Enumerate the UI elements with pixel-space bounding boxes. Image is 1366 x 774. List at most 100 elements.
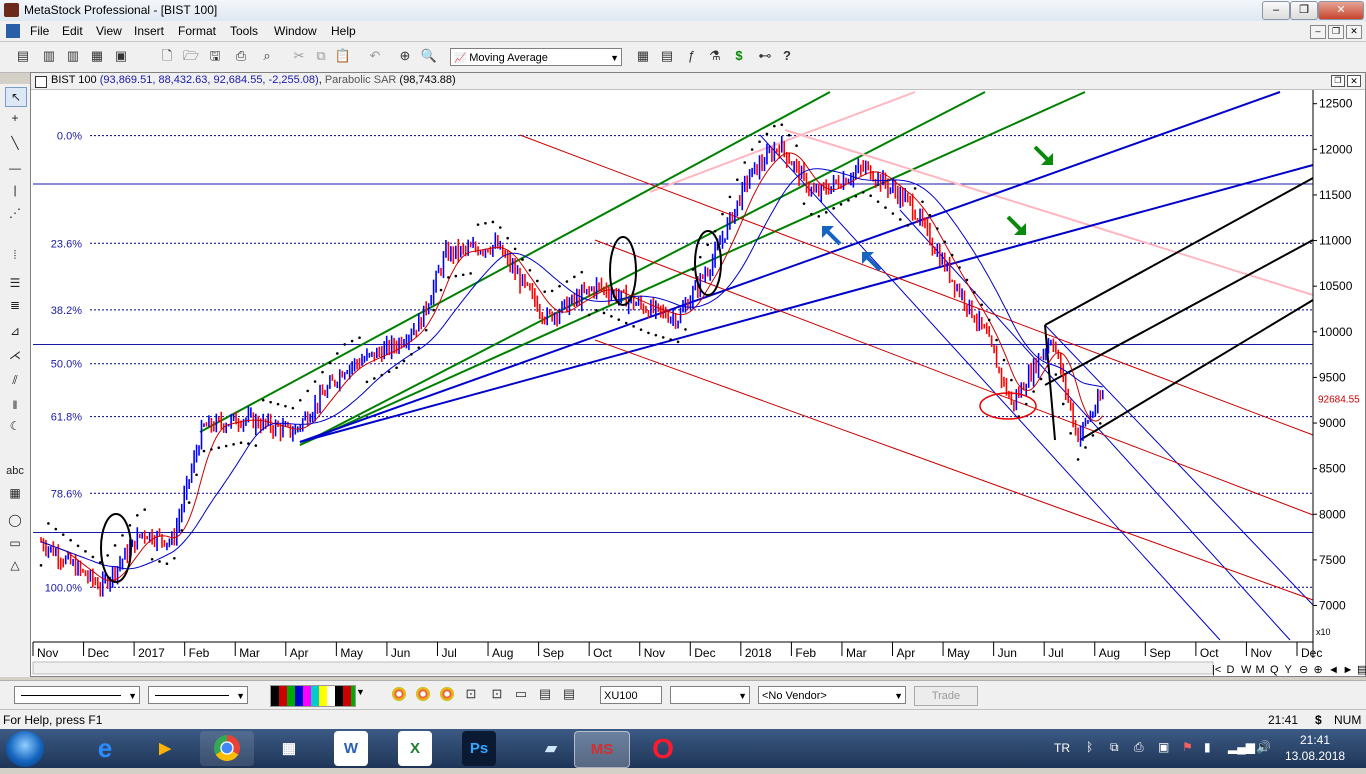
excel-icon[interactable]: X <box>398 731 432 766</box>
fibonacci-time-zones-icon[interactable]: ‖ <box>5 396 25 414</box>
start-button[interactable] <box>6 731 44 767</box>
volume-icon[interactable]: 🔊 <box>1256 740 1271 754</box>
chart-properties-icon[interactable]: ⊡ <box>488 685 506 703</box>
minimize-button[interactable]: – <box>1262 1 1290 20</box>
window-tile-icon[interactable]: ▭ <box>512 685 530 703</box>
raff-channel-icon[interactable]: ⫽ <box>5 371 25 389</box>
menu-format[interactable]: Format <box>178 24 216 38</box>
vertical-line-icon[interactable]: | <box>5 181 25 199</box>
paste-icon[interactable]: 📋 <box>334 47 352 65</box>
chart-menu-icon[interactable] <box>35 76 47 88</box>
chart-restore-icon[interactable]: ❐ <box>1331 75 1345 87</box>
notepad-icon[interactable]: ▰ <box>524 731 578 766</box>
layout-grid-icon[interactable]: ▦ <box>88 47 106 65</box>
background-color-icon[interactable] <box>440 687 454 701</box>
ellipse-tool-icon[interactable]: ◯ <box>5 511 25 529</box>
arc-tool-icon[interactable]: ☾ <box>5 417 25 435</box>
cycle-lines-icon[interactable]: ⦙ <box>5 246 25 264</box>
menu-view[interactable]: View <box>96 24 122 38</box>
indicator-select[interactable]: 📈 Moving Average ▼ <box>450 48 622 66</box>
print-icon[interactable]: ⎙ <box>232 47 250 65</box>
open-folder-icon[interactable]: 🗁 <box>182 47 200 65</box>
app-icon[interactable] <box>4 3 19 17</box>
object-color-icon[interactable] <box>392 687 406 701</box>
explorer-binoculars-icon[interactable]: ⊷ <box>756 47 774 65</box>
menu-file[interactable]: File <box>30 24 49 38</box>
layout-two-icon[interactable]: ▥ <box>40 47 58 65</box>
menu-window[interactable]: Window <box>274 24 317 38</box>
word-icon[interactable]: W <box>334 731 368 766</box>
horizontal-line-icon[interactable]: — <box>5 159 25 177</box>
mdi-minimize-button[interactable]: – <box>1310 25 1326 39</box>
fibonacci-arcs-icon[interactable]: ≣ <box>5 296 25 314</box>
maximize-button[interactable]: ❐ <box>1290 1 1318 20</box>
media-player-icon[interactable]: ▶ <box>138 731 192 766</box>
menu-insert[interactable]: Insert <box>134 24 164 38</box>
formula-icon[interactable]: ƒ <box>682 47 700 65</box>
layout-three-icon[interactable]: ▥ <box>64 47 82 65</box>
close-button[interactable]: ✕ <box>1318 1 1364 20</box>
clock-date[interactable]: 13.08.2018 <box>1285 749 1345 763</box>
window-split-icon[interactable]: ▤ <box>560 685 578 703</box>
photoshop-icon[interactable]: Ps <box>462 731 496 766</box>
print-preview-icon[interactable]: ⌕ <box>258 47 276 65</box>
chevron-down-icon[interactable]: ▼ <box>356 687 365 697</box>
periodicity-select[interactable]: ▼ <box>670 686 750 704</box>
indicator-quicklist-icon[interactable]: ▤ <box>658 47 676 65</box>
color-palette[interactable] <box>270 685 356 707</box>
crosshair-icon[interactable]: ⊕ <box>396 47 414 65</box>
language-indicator[interactable]: TR <box>1054 741 1070 755</box>
network-tray-icon[interactable]: ▣ <box>1158 740 1169 754</box>
grid-color-icon[interactable] <box>416 687 430 701</box>
mdi-restore-button[interactable]: ❐ <box>1328 25 1344 39</box>
window-cascade-icon[interactable]: ▤ <box>536 685 554 703</box>
signal-icon[interactable]: ▂▄▆ <box>1228 740 1255 754</box>
line-weight-select[interactable]: ▼ <box>148 686 248 704</box>
triangle-tool-icon[interactable]: △ <box>5 556 25 574</box>
action-center-icon[interactable]: ⚑ <box>1182 740 1193 754</box>
menu-help[interactable]: Help <box>331 24 356 38</box>
undo-icon[interactable]: ↶ <box>366 47 384 65</box>
symbol-input[interactable]: XU100 <box>600 686 662 704</box>
expert-advisor-icon[interactable]: ⚗ <box>706 47 724 65</box>
trade-button[interactable]: Trade <box>914 686 978 706</box>
printer-tray-icon[interactable]: ⎙ <box>1134 740 1144 755</box>
trendline-icon[interactable]: ╲ <box>5 134 25 152</box>
metastock-icon[interactable]: MS <box>574 731 630 768</box>
opera-icon[interactable]: O <box>636 731 690 766</box>
zoom-icon[interactable]: 🔍 <box>420 47 438 65</box>
calculator-icon[interactable]: ▦ <box>262 731 316 766</box>
dollar-icon[interactable]: $ <box>730 47 748 65</box>
andrews-pitchfork-icon[interactable]: ⋌ <box>5 346 25 364</box>
context-help-icon[interactable]: ? <box>778 47 796 65</box>
menu-edit[interactable]: Edit <box>62 24 83 38</box>
cut-icon[interactable]: ✂ <box>290 47 308 65</box>
internet-explorer-icon[interactable]: e <box>78 731 132 766</box>
menu-tools[interactable]: Tools <box>230 24 258 38</box>
save-icon[interactable]: 🖫 <box>206 47 224 65</box>
clock-time[interactable]: 21:41 <box>1300 733 1330 747</box>
chart-close-icon[interactable]: ✕ <box>1347 75 1361 87</box>
vendor-select[interactable]: <No Vendor> ▼ <box>758 686 906 704</box>
line-style-select[interactable]: ▼ <box>14 686 140 704</box>
pointer-icon[interactable]: ↖ <box>5 87 27 107</box>
layout-explorer-icon[interactable]: ▣ <box>112 47 130 65</box>
mdi-close-button[interactable]: ✕ <box>1346 25 1362 39</box>
table-tool-icon[interactable]: ▦ <box>5 484 25 502</box>
document-icon[interactable] <box>6 24 20 38</box>
safe-remove-icon[interactable]: ⧉ <box>1110 740 1119 755</box>
new-file-icon[interactable]: 🗋 <box>158 47 176 65</box>
indicator-builder-icon[interactable]: ▦ <box>634 47 652 65</box>
power-icon[interactable]: ▮ <box>1204 740 1211 754</box>
object-properties-icon[interactable]: ⊡ <box>462 685 480 703</box>
fibonacci-retracement-icon[interactable]: ☰ <box>5 274 25 292</box>
new-chart-icon[interactable]: ▤ <box>14 47 32 65</box>
text-tool-icon[interactable]: abc <box>5 462 25 480</box>
crosshair-tool-icon[interactable]: + <box>5 109 25 127</box>
copy-icon[interactable]: ⧉ <box>312 47 330 65</box>
chrome-icon[interactable] <box>200 731 254 766</box>
gann-fan-icon[interactable]: ⊿ <box>5 322 25 340</box>
rectangle-tool-icon[interactable]: ▭ <box>5 534 25 552</box>
speed-lines-icon[interactable]: ⋰ <box>5 204 25 222</box>
bluetooth-icon[interactable]: ᛒ <box>1086 740 1093 754</box>
